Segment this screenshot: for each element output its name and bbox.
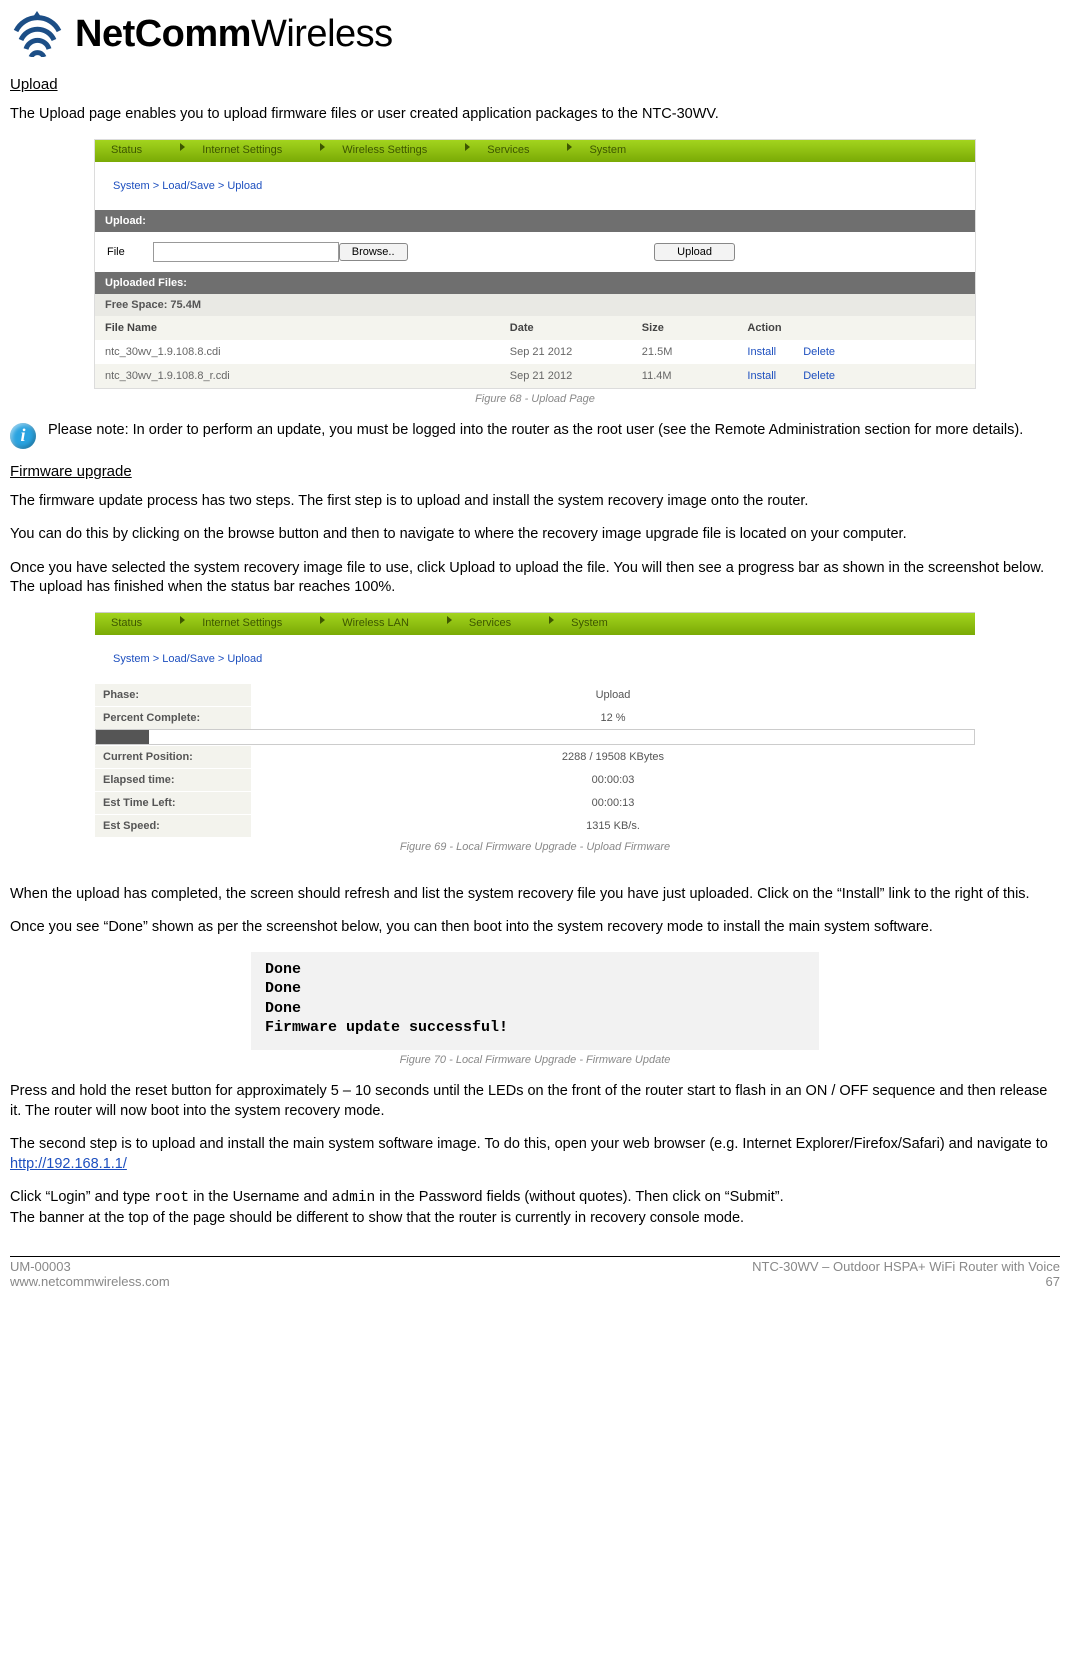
login-post: in the Password fields (without quotes).… <box>375 1189 783 1205</box>
para-after-upload-1: When the upload has completed, the scree… <box>10 885 1060 905</box>
progress-bar <box>95 729 975 745</box>
login-mid: in the Username and <box>189 1189 332 1205</box>
free-space-label: Free Space: 75.4M <box>95 294 975 316</box>
delete-link[interactable]: Delete <box>803 346 835 358</box>
progress-table: Phase: Upload Percent Complete: 12 % Cur… <box>95 683 975 837</box>
info-note-text: Please note: In order to perform an upda… <box>48 421 1023 441</box>
para-step2: The second step is to upload and install… <box>10 1135 1060 1174</box>
figure-68-caption: Figure 68 - Upload Page <box>10 393 1060 405</box>
label-time-left: Est Time Left: <box>95 791 251 814</box>
info-note-row: i Please note: In order to perform an up… <box>10 421 1060 449</box>
router-nav-bar: Status Internet Settings Wireless LAN Se… <box>95 612 975 635</box>
page-footer: UM-00003 www.netcommwireless.com NTC-30W… <box>10 1259 1060 1289</box>
para-fw-2: You can do this by clicking on the brows… <box>10 525 1060 545</box>
col-size: Size <box>632 316 738 340</box>
done-line: Firmware update successful! <box>265 1018 805 1038</box>
login-pre: Click “Login” and type <box>10 1189 154 1205</box>
table-row: ntc_30wv_1.9.108.8.cdi Sep 21 2012 21.5M… <box>95 340 975 364</box>
progress-bar-fill <box>96 730 149 744</box>
section-title-firmware-upgrade: Firmware upgrade <box>10 463 1060 480</box>
router-nav-bar: Status Internet Settings Wireless Settin… <box>95 140 975 162</box>
col-filename: File Name <box>95 316 500 340</box>
breadcrumb: System > Load/Save > Upload <box>95 162 975 210</box>
footer-product: NTC-30WV – Outdoor HSPA+ WiFi Router wit… <box>752 1259 1060 1274</box>
nav-system[interactable]: System <box>555 613 652 635</box>
nav-wireless-lan[interactable]: Wireless LAN <box>326 613 453 635</box>
nav-services[interactable]: Services <box>471 140 573 162</box>
value-elapsed: 00:00:03 <box>251 768 975 791</box>
file-path-input[interactable] <box>153 242 339 262</box>
label-position: Current Position: <box>95 745 251 768</box>
para-reset: Press and hold the reset button for appr… <box>10 1082 1060 1121</box>
figure-70-caption: Figure 70 - Local Firmware Upgrade - Fir… <box>10 1054 1060 1066</box>
cell-date: Sep 21 2012 <box>500 340 632 364</box>
cell-size: 21.5M <box>632 340 738 364</box>
col-action: Action <box>737 316 975 340</box>
table-row: ntc_30wv_1.9.108.8_r.cdi Sep 21 2012 11.… <box>95 364 975 388</box>
nav-internet-settings[interactable]: Internet Settings <box>186 140 326 162</box>
label-percent: Percent Complete: <box>95 706 251 729</box>
file-label: File <box>107 246 125 258</box>
value-percent: 12 % <box>251 706 975 729</box>
done-line: Done <box>265 999 805 1019</box>
install-link[interactable]: Install <box>747 370 776 382</box>
para-step2-pre: The second step is to upload and install… <box>10 1136 1048 1152</box>
upload-form-row: File Browse.. Upload <box>95 232 975 272</box>
value-phase: Upload <box>251 683 975 706</box>
label-phase: Phase: <box>95 683 251 706</box>
banner-line: The banner at the top of the page should… <box>10 1210 744 1226</box>
done-line: Done <box>265 979 805 999</box>
para-upload-intro: The Upload page enables you to upload fi… <box>10 105 1060 125</box>
cell-filename: ntc_30wv_1.9.108.8.cdi <box>95 340 500 364</box>
section-title-upload: Upload <box>10 76 1060 93</box>
brand-name-main: NetComm <box>75 13 251 55</box>
screenshot-upload-page: Status Internet Settings Wireless Settin… <box>94 139 976 389</box>
browse-button[interactable]: Browse.. <box>339 243 408 261</box>
cell-filename: ntc_30wv_1.9.108.8_r.cdi <box>95 364 500 388</box>
screenshot-done-output: Done Done Done Firmware update successfu… <box>251 952 819 1050</box>
login-user-root: root <box>154 1190 189 1206</box>
delete-link[interactable]: Delete <box>803 370 835 382</box>
footer-site: www.netcommwireless.com <box>10 1274 170 1289</box>
uploaded-files-table: File Name Date Size Action ntc_30wv_1.9.… <box>95 316 975 388</box>
nav-internet-settings[interactable]: Internet Settings <box>186 613 326 635</box>
nav-status[interactable]: Status <box>95 140 186 162</box>
nav-system[interactable]: System <box>573 140 670 162</box>
value-speed: 1315 KB/s. <box>251 814 975 837</box>
figure-69-caption: Figure 69 - Local Firmware Upgrade - Upl… <box>10 841 1060 853</box>
para-login: Click “Login” and type root in the Usern… <box>10 1188 1060 1228</box>
upload-button[interactable]: Upload <box>654 243 735 261</box>
nav-services[interactable]: Services <box>453 613 555 635</box>
footer-page-number: 67 <box>752 1274 1060 1289</box>
cell-date: Sep 21 2012 <box>500 364 632 388</box>
brand-name-sub: Wireless <box>251 13 393 55</box>
col-date: Date <box>500 316 632 340</box>
footer-rule <box>10 1256 1060 1257</box>
label-elapsed: Elapsed time: <box>95 768 251 791</box>
brand-header: NetCommWireless <box>10 10 1060 58</box>
upload-header-bar: Upload: <box>95 210 975 232</box>
router-url-link[interactable]: http://192.168.1.1/ <box>10 1156 127 1172</box>
para-fw-3: Once you have selected the system recove… <box>10 559 1060 598</box>
value-time-left: 00:00:13 <box>251 791 975 814</box>
login-pass-admin: admin <box>332 1190 376 1206</box>
install-link[interactable]: Install <box>747 346 776 358</box>
cell-size: 11.4M <box>632 364 738 388</box>
breadcrumb: System > Load/Save > Upload <box>95 635 975 683</box>
nav-status[interactable]: Status <box>95 613 186 635</box>
footer-doc-id: UM-00003 <box>10 1259 71 1274</box>
label-speed: Est Speed: <box>95 814 251 837</box>
nav-wireless-settings[interactable]: Wireless Settings <box>326 140 471 162</box>
para-after-upload-2: Once you see “Done” shown as per the scr… <box>10 918 1060 938</box>
brand-name: NetCommWireless <box>75 13 393 56</box>
info-icon: i <box>10 423 36 449</box>
uploaded-files-header-bar: Uploaded Files: <box>95 272 975 294</box>
brand-logo-icon <box>10 10 65 58</box>
done-line: Done <box>265 960 805 980</box>
para-fw-1: The firmware update process has two step… <box>10 492 1060 512</box>
value-position: 2288 / 19508 KBytes <box>251 745 975 768</box>
screenshot-upload-progress: Status Internet Settings Wireless LAN Se… <box>95 612 975 837</box>
